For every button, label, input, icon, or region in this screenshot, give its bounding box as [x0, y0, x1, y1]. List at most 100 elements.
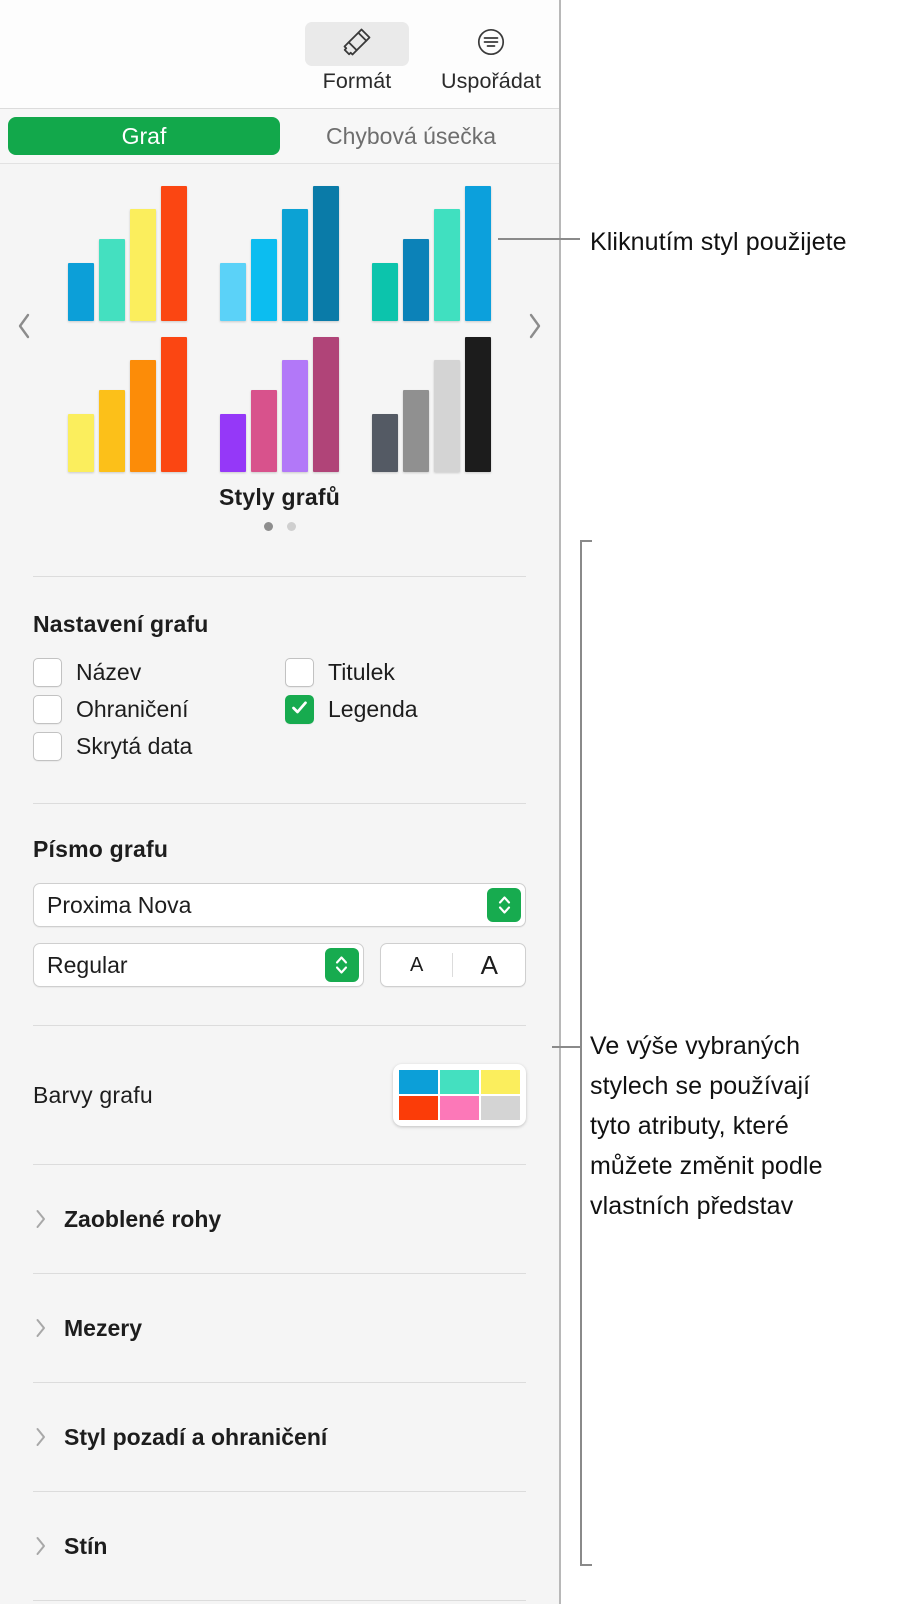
chart-style-thumbnails: [60, 178, 500, 474]
checkbox-label-ohraniceni: Ohraničení: [76, 696, 189, 722]
tab-graf[interactable]: Graf: [8, 117, 280, 155]
callout-2-line-4: můžete změnit podle: [590, 1152, 823, 1180]
thumbnail-bar: [130, 209, 156, 321]
disclosure-row-mezery[interactable]: Mezery: [0, 1274, 559, 1382]
chevron-left-icon: [13, 311, 35, 341]
format-tool-label: Formát: [322, 69, 392, 93]
chart-font-section: Písmo grafu Proxima Nova Regular A A: [0, 804, 559, 987]
thumbnail-bar: [282, 209, 308, 321]
callout-2-bracket-vertical: [580, 540, 582, 1566]
thumbnail-bar: [372, 263, 398, 321]
gallery-prev-button[interactable]: [4, 304, 44, 348]
font-family-stepper-icon[interactable]: [487, 888, 521, 922]
checkmark-icon: [289, 697, 310, 723]
inspector-toolbar: Formát Uspořádat: [0, 0, 559, 109]
chart-settings-section: Nastavení grafu Název Titulek Ohraničení: [0, 577, 559, 761]
checkbox-nazev[interactable]: [33, 658, 62, 687]
checkbox-row-skryta-data[interactable]: Skrytá data: [33, 732, 285, 761]
thumbnail-bar: [220, 263, 246, 321]
divider: [33, 1600, 526, 1601]
thumbnail-bar: [251, 239, 277, 321]
chart-colors-swatch-button[interactable]: [393, 1064, 526, 1126]
chevron-right-icon: [33, 1208, 48, 1230]
chart-settings-checkbox-grid: Název Titulek Ohraničení Legenda Skrytá …: [33, 658, 526, 761]
gallery-title: Styly grafů: [218, 484, 341, 510]
color-swatch-4: [399, 1096, 438, 1120]
chart-styles-gallery: Styly grafů: [0, 164, 559, 554]
arrange-tool-button[interactable]: Uspořádat: [437, 22, 545, 94]
callout-1-leader-line: [498, 238, 580, 240]
color-swatch-6: [481, 1096, 520, 1120]
checkbox-row-titulek[interactable]: Titulek: [285, 658, 526, 687]
chart-style-thumbnail-5[interactable]: [212, 329, 348, 474]
chart-style-thumbnail-1[interactable]: [60, 178, 196, 323]
page-dot-1[interactable]: [263, 522, 273, 531]
thumbnail-bar: [403, 239, 429, 321]
chart-colors-label: Barvy grafu: [33, 1081, 153, 1108]
thumbnail-bar: [68, 263, 94, 321]
checkbox-label-nazev: Název: [76, 659, 142, 685]
disclosure-row-stin[interactable]: Stín: [0, 1492, 559, 1600]
gallery-next-button[interactable]: [515, 304, 555, 348]
thumbnail-bar: [99, 239, 125, 321]
checkbox-label-legenda: Legenda: [328, 696, 418, 722]
chart-style-thumbnail-3[interactable]: [364, 178, 500, 323]
checkbox-label-skryta-data: Skrytá data: [76, 733, 193, 759]
thumbnail-bar: [372, 414, 398, 472]
paintbrush-icon: [339, 24, 375, 65]
checkbox-skryta-data[interactable]: [33, 732, 62, 761]
font-style-value: Regular: [47, 951, 128, 978]
checkbox-legenda[interactable]: [285, 695, 314, 724]
thumbnail-bar: [68, 414, 94, 472]
color-swatch-3: [481, 1070, 520, 1094]
checkbox-row-ohraniceni[interactable]: Ohraničení: [33, 695, 285, 724]
format-inspector-panel: Formát Uspořádat Graf Chybová úsečka Sty…: [0, 0, 561, 1604]
chevron-right-icon: [33, 1535, 48, 1557]
disclosure-label: Styl pozadí a ohraničení: [64, 1423, 328, 1450]
disclosure-label: Zaoblené rohy: [64, 1205, 222, 1232]
disclosure-row-zaoblene-rohy[interactable]: Zaoblené rohy: [0, 1165, 559, 1273]
callout-2-line-2: stylech se používají: [590, 1072, 811, 1100]
callout-2-line-5: vlastních představ: [590, 1192, 794, 1220]
chart-style-thumbnail-2[interactable]: [212, 178, 348, 323]
thumbnail-bar: [282, 360, 308, 472]
arrange-icon: [474, 25, 508, 64]
chevron-right-icon: [33, 1317, 48, 1339]
callout-2-text: Ve výše vybraných stylech se používají t…: [590, 1026, 900, 1226]
increase-font-size-button[interactable]: A: [453, 944, 525, 986]
tab-chybova-usecka[interactable]: Chybová úsečka: [286, 117, 536, 155]
checkbox-titulek[interactable]: [285, 658, 314, 687]
font-style-stepper-icon[interactable]: [324, 948, 359, 982]
color-swatch-1: [399, 1070, 438, 1094]
chart-colors-section: Barvy grafu: [0, 1026, 559, 1126]
thumbnail-bar: [313, 186, 339, 321]
callout-2-line-1: Ve výše vybraných: [590, 1032, 801, 1060]
font-family-select[interactable]: Proxima Nova: [33, 883, 526, 927]
color-swatch-5: [440, 1096, 479, 1120]
disclosure-label: Stín: [64, 1532, 108, 1559]
chart-style-thumbnail-4[interactable]: [60, 329, 196, 474]
checkbox-row-legenda[interactable]: Legenda: [285, 695, 526, 724]
thumbnail-bar: [130, 360, 156, 472]
thumbnail-bar: [313, 337, 339, 472]
callout-2-leader-line: [552, 1046, 580, 1048]
thumbnail-bar: [161, 186, 187, 321]
font-style-select[interactable]: Regular: [33, 943, 364, 987]
disclosure-row-styl-pozadi-a-ohraniceni[interactable]: Styl pozadí a ohraničení: [0, 1383, 559, 1491]
checkbox-row-nazev[interactable]: Název: [33, 658, 285, 687]
gallery-page-dots: [0, 522, 559, 531]
thumbnail-bar: [161, 337, 187, 472]
thumbnail-bar: [434, 360, 460, 472]
color-swatch-2: [440, 1070, 479, 1094]
checkbox-label-titulek: Titulek: [328, 659, 395, 685]
font-size-button-group: A A: [379, 943, 526, 987]
checkbox-ohraniceni[interactable]: [33, 695, 62, 724]
screenshot-root: Formát Uspořádat Graf Chybová úsečka Sty…: [0, 0, 912, 1604]
page-dot-2[interactable]: [286, 522, 296, 531]
thumbnail-bar: [220, 414, 246, 472]
font-family-value: Proxima Nova: [47, 891, 192, 918]
chart-style-thumbnail-6[interactable]: [364, 329, 500, 474]
thumbnail-bar: [465, 337, 491, 472]
decrease-font-size-button[interactable]: A: [381, 944, 453, 986]
format-tool-button[interactable]: Formát: [303, 22, 411, 94]
